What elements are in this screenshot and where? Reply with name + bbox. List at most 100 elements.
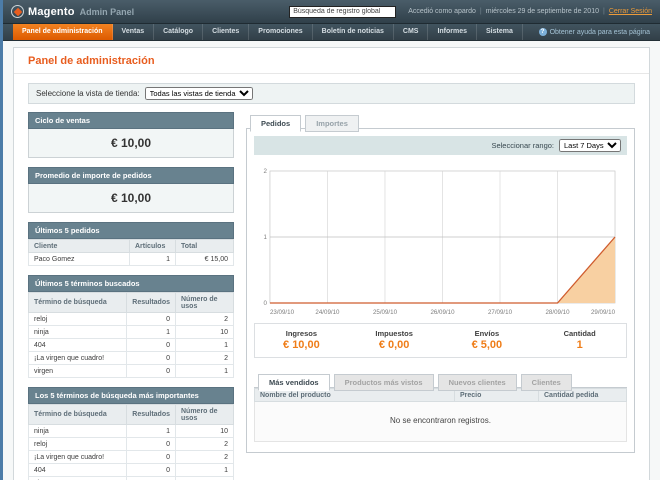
column-header-termino-de-busqueda: Término de búsqueda — [27, 292, 128, 313]
card-title: Ciclo de ventas — [28, 112, 234, 129]
store-view-bar: Seleccione la vista de tienda: Todas las… — [28, 83, 635, 104]
page-title: Panel de administración — [14, 48, 649, 74]
column-header-numero-de-usos: Número de usos — [175, 292, 234, 313]
svg-text:26/09/10: 26/09/10 — [430, 309, 455, 316]
nav-item-ventas[interactable]: Ventas — [113, 24, 155, 40]
table-row: virgen 0 1 — [27, 364, 234, 378]
table-cell: 1 — [129, 252, 176, 266]
table-row: virge01 — [27, 476, 234, 480]
magento-admin-window: Magento Admin Panel Accedió como apardo … — [3, 0, 660, 480]
logout-link[interactable]: Cerrar Sesión — [609, 8, 652, 15]
table-cell: 0 — [126, 437, 176, 451]
tab-importes[interactable]: Importes — [305, 115, 359, 132]
table-cell: reloj — [27, 437, 128, 451]
header-meta: Accedió como apardo | miércoles 29 de se… — [408, 8, 652, 15]
nav-item-boletin-de-noticias[interactable]: Boletín de noticias — [313, 24, 394, 40]
nav-item-cms[interactable]: CMS — [394, 24, 429, 40]
table-row: ninja 1 10 — [27, 325, 234, 339]
nav-item-informes[interactable]: Informes — [428, 24, 478, 40]
nav-item-panel-de-administracion[interactable]: Panel de administración — [13, 24, 113, 40]
card-last-search-terms: Últimos 5 términos buscados Término de b… — [27, 275, 234, 378]
table-row: reloj 0 2 — [27, 437, 234, 451]
tab-pedidos[interactable]: Pedidos — [250, 115, 302, 132]
svg-text:29/09/10: 29/09/10 — [591, 309, 616, 316]
stat-cantidad: Cantidad 1 — [533, 329, 626, 351]
table-cell: 0 — [126, 463, 176, 477]
tab-productos-mas-vistos[interactable]: Productos más vistos — [333, 374, 434, 391]
table-cell: ninja — [27, 325, 128, 339]
tab-nuevos-clientes[interactable]: Nuevos clientes — [437, 374, 517, 391]
table-row: Paco Gomez 1 € 15,00 — [28, 252, 234, 266]
table-cell: 1 — [175, 364, 234, 378]
average-orders-value: € 10,00 — [28, 184, 234, 213]
nav-item-sistema[interactable]: Sistema — [477, 24, 523, 40]
table-cell: 0 — [126, 476, 176, 480]
column-header-resultados: Resultados — [126, 404, 176, 425]
table-cell: ninja — [27, 424, 128, 438]
content-wrapper: Panel de administración Seleccione la vi… — [13, 47, 650, 480]
column-header-articulos: Artículos — [129, 239, 176, 253]
meta-separator: | — [602, 8, 605, 15]
tab-clientes[interactable]: Clientes — [520, 374, 572, 391]
table-cell: € 15,00 — [175, 252, 234, 266]
dashboard-sidebar: Ciclo de ventas € 10,00 Promedio de impo… — [27, 112, 234, 480]
column-header-total: Total — [175, 239, 234, 253]
table-cell: 2 — [175, 450, 234, 464]
magento-logo-icon — [11, 5, 24, 18]
table-cell: virgen — [27, 364, 128, 378]
table-cell: 0 — [126, 312, 176, 326]
table-row: ¡La virgen que cuadro! 0 2 — [27, 450, 234, 464]
table-cell: 2 — [175, 312, 234, 326]
page-help-link[interactable]: ? Obtener ayuda para esta página — [538, 24, 650, 40]
logo-subtitle: Admin Panel — [79, 6, 135, 17]
table-cell: 1 — [126, 325, 176, 339]
table-cell: 1 — [175, 476, 234, 480]
stat-value: € 5,00 — [471, 339, 503, 351]
main-menu-bar: Panel de administración Ventas Catálogo Cli… — [3, 24, 660, 41]
orders-chart: 0 1 2 23/09/10 24/09/10 25/09/10 26/09/10 27/09… — [254, 155, 627, 317]
tab-mas-vendidos[interactable]: Más vendidos — [258, 374, 330, 391]
svg-text:27/09/10: 27/09/10 — [488, 309, 513, 316]
totals-bar: Ingresos € 10,00 Impuestos € 0,00 Envíos… — [254, 323, 627, 358]
empty-records-message: No se encontraron registros. — [254, 401, 627, 442]
table-row: ¡La virgen que cuadro! 0 2 — [27, 351, 234, 365]
table-cell: 10 — [175, 325, 234, 339]
dashboard-main: Pedidos Importes Seleccionar rango: Last … — [246, 112, 635, 480]
table-row: ninja 1 10 — [27, 424, 234, 438]
column-header-cliente: Cliente — [28, 239, 130, 253]
main-menu: Panel de administración Ventas Catálogo Cli… — [13, 24, 523, 40]
chart-area: 0 1 2 23/09/10 24/09/10 25/09/10 26/09/10 27/09… — [264, 168, 616, 316]
card-title: Los 5 términos de búsqueda más important… — [28, 387, 234, 404]
stat-label: Impuestos — [375, 329, 413, 338]
stat-label: Ingresos — [285, 329, 317, 338]
bestsellers-tabs: Más vendidos Productos más vistos Nuevos c… — [254, 371, 627, 391]
card-title: Promedio de importe de pedidos — [28, 167, 234, 184]
table-row: No se encontraron registros. — [254, 401, 627, 442]
table-cell: 1 — [175, 338, 234, 352]
nav-item-catalogo[interactable]: Catálogo — [154, 24, 204, 40]
table-cell: ¡La virgen que cuadro! — [27, 351, 128, 365]
table-row: reloj 0 2 — [27, 312, 234, 326]
global-search-input[interactable] — [289, 5, 397, 18]
orders-amounts-tabs: Pedidos Importes — [246, 112, 635, 132]
table-cell: 1 — [126, 424, 176, 438]
card-last-orders: Últimos 5 pedidos Cliente Artículos Total … — [28, 222, 234, 266]
table-cell: 404 — [27, 463, 128, 477]
card-average-orders: Promedio de importe de pedidos € 10,00 — [28, 167, 234, 213]
table-cell: 0 — [126, 364, 176, 378]
range-select[interactable]: Last 7 Days — [559, 139, 621, 152]
table-cell: 404 — [27, 338, 128, 352]
range-bar: Seleccionar rango: Last 7 Days — [254, 136, 627, 155]
card-top-search-terms: Los 5 términos de búsqueda más important… — [27, 387, 234, 480]
table-row: 404 0 1 — [27, 463, 234, 477]
lifetime-sales-value: € 10,00 — [28, 129, 234, 158]
svg-text:2: 2 — [264, 168, 268, 175]
table-cell: 2 — [175, 437, 234, 451]
stat-value: € 10,00 — [283, 339, 320, 351]
svg-text:23/09/10: 23/09/10 — [270, 309, 295, 316]
orders-panel: Seleccionar rango: Last 7 Days 0 1 2 23/09/… — [246, 129, 635, 453]
store-view-select[interactable]: Todas las vistas de tienda — [144, 87, 253, 100]
table-cell: 2 — [175, 351, 234, 365]
nav-item-clientes[interactable]: Clientes — [203, 24, 250, 40]
nav-item-promociones[interactable]: Promociones — [249, 24, 313, 40]
